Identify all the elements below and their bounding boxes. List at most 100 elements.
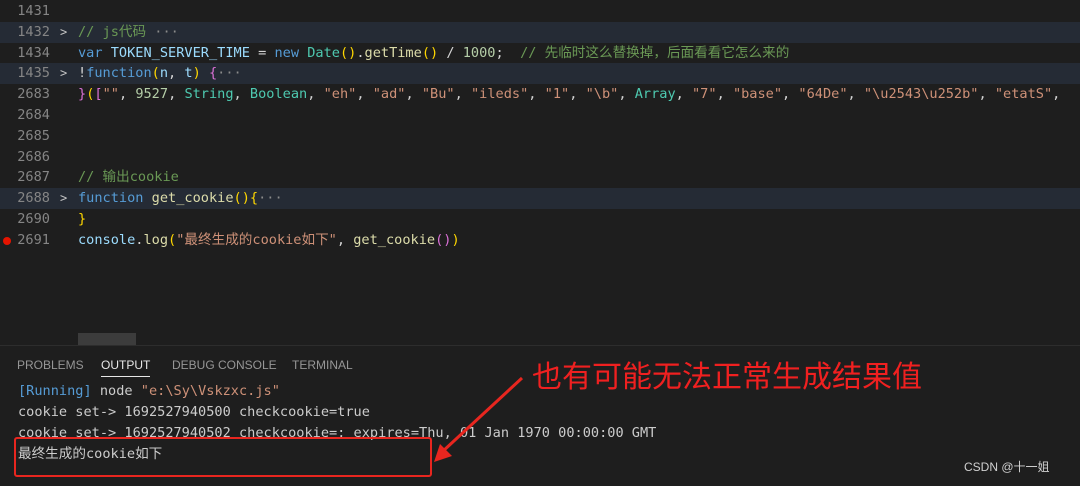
code-token: "eh" [323,86,357,103]
code-line[interactable]: 2685 [0,126,1080,147]
line-number: 2691 [17,231,50,248]
code-token: "" [102,86,119,103]
running-command: node [91,383,141,399]
code-token: "\b" [585,86,619,103]
code-line[interactable]: 2683}(["", 9527, String, Boolean, "eh", … [0,84,1080,105]
tab-output[interactable]: OUTPUT [101,358,151,377]
code-token: , [405,86,422,103]
code-token: Boolean [249,86,308,103]
code-token: , [782,86,799,103]
code-line[interactable]: 2684 [0,105,1080,126]
line-number: 2688 [17,190,50,207]
code-token: get_cookie [353,231,436,248]
code-line[interactable]: 1435 > !function(n, t) {··· [0,63,1080,85]
code-token: } [78,86,87,103]
line-number: 2686 [17,148,50,165]
code-text: function get_cookie(){··· [78,188,283,209]
code-token: ) [451,231,460,248]
code-token: . [356,44,365,61]
code-token: // js代码 [78,23,147,40]
fold-chevron-icon[interactable]: > [60,63,74,84]
code-token: "base" [732,86,783,103]
code-token: 9527 [135,86,169,103]
code-token: , [528,86,545,103]
code-token: , [336,231,354,248]
code-token: = [249,44,275,61]
code-token: "最终生成的cookie如下" [176,231,337,248]
code-token: ; [495,44,521,61]
line-number: 2684 [17,107,50,123]
code-token: , [356,86,373,103]
code-token: Date [307,44,340,61]
code-token: ( [168,231,177,248]
code-line[interactable]: 2690} [0,209,1080,230]
code-token: () [421,44,439,61]
code-token: ··· [258,190,283,207]
code-token: getTime [364,44,422,61]
code-line[interactable]: 2686 [0,147,1080,168]
code-token: { [208,65,218,82]
code-token: , [1052,86,1061,103]
code-text: }(["", 9527, String, Boolean, "eh", "ad"… [78,84,1060,105]
code-token: 1000 [462,44,496,61]
code-token: "etatS" [994,86,1053,103]
code-token: TOKEN_SERVER_TIME [110,44,250,61]
code-token: String [184,86,234,103]
code-text: // 输出cookie [78,167,179,188]
code-line[interactable]: 1434 var TOKEN_SERVER_TIME = new Date().g… [0,43,1080,64]
code-token: , [978,86,995,103]
running-path: "e:\Sy\Vskzxc.js" [140,383,280,399]
code-text: } [78,209,86,230]
code-token: ) [192,65,201,82]
tab-terminal[interactable]: TERMINAL [292,358,353,372]
code-token: , [569,86,586,103]
code-line[interactable]: 2687 // 输出cookie [0,167,1080,188]
code-token: ··· [217,65,242,82]
code-token: ! [78,65,87,82]
code-token: ( [151,65,160,82]
code-token: "7" [692,86,717,103]
code-line[interactable]: 1431 [0,1,1080,22]
tab-debug-console[interactable]: DEBUG CONSOLE [172,358,277,372]
code-editor[interactable]: 1431 1432 >// js代码 ··· 1434 var TOKEN_SERVER… [0,0,1080,345]
code-token: new [274,44,300,61]
code-token: function [86,65,152,82]
line-number: 1434 [17,44,50,61]
code-token: , [454,86,471,103]
code-token: "ileds" [470,86,529,103]
annotation-text: 也有可能无法正常生成结果值 [532,360,922,395]
code-token: , [307,86,324,103]
code-token: "64De" [798,86,848,103]
code-token: () [233,190,250,207]
code-token: Array [634,86,676,103]
fold-chevron-icon[interactable]: > [60,188,74,209]
code-token: console [78,231,136,248]
code-token: "ad" [372,86,406,103]
code-line[interactable]: 2691 console.log("最终生成的cookie如下", get_coo… [0,230,1080,251]
line-number: 2687 [17,169,50,186]
code-line[interactable]: 2688 > function get_cookie(){··· [0,188,1080,210]
code-token: / [438,44,463,61]
tab-problems[interactable]: PROBLEMS [17,358,84,372]
code-token: "1" [544,86,570,103]
code-token: { [249,190,259,207]
code-token: var [78,44,103,61]
code-token: , [716,86,733,103]
code-token: "\u2543\u252b" [863,86,979,103]
code-token: , [233,86,250,103]
code-token: , [675,86,692,103]
highlight-box [14,437,432,477]
code-text: console.log("最终生成的cookie如下", get_cookie(… [78,230,460,251]
code-token: "Bu" [421,86,455,103]
horizontal-scrollbar-thumb[interactable] [78,333,136,345]
code-token: () [339,44,357,61]
code-token: // 输出cookie [78,169,179,186]
fold-chevron-icon[interactable]: > [60,22,74,43]
code-token: , [168,86,185,103]
code-line[interactable]: 1432 >// js代码 ··· [0,21,1080,43]
output-line-running: [Running] node "e:\Sy\Vskzxc.js" [18,381,280,402]
code-token: // 先临时这么替换掉，后面看看它怎么来的 [520,44,790,61]
